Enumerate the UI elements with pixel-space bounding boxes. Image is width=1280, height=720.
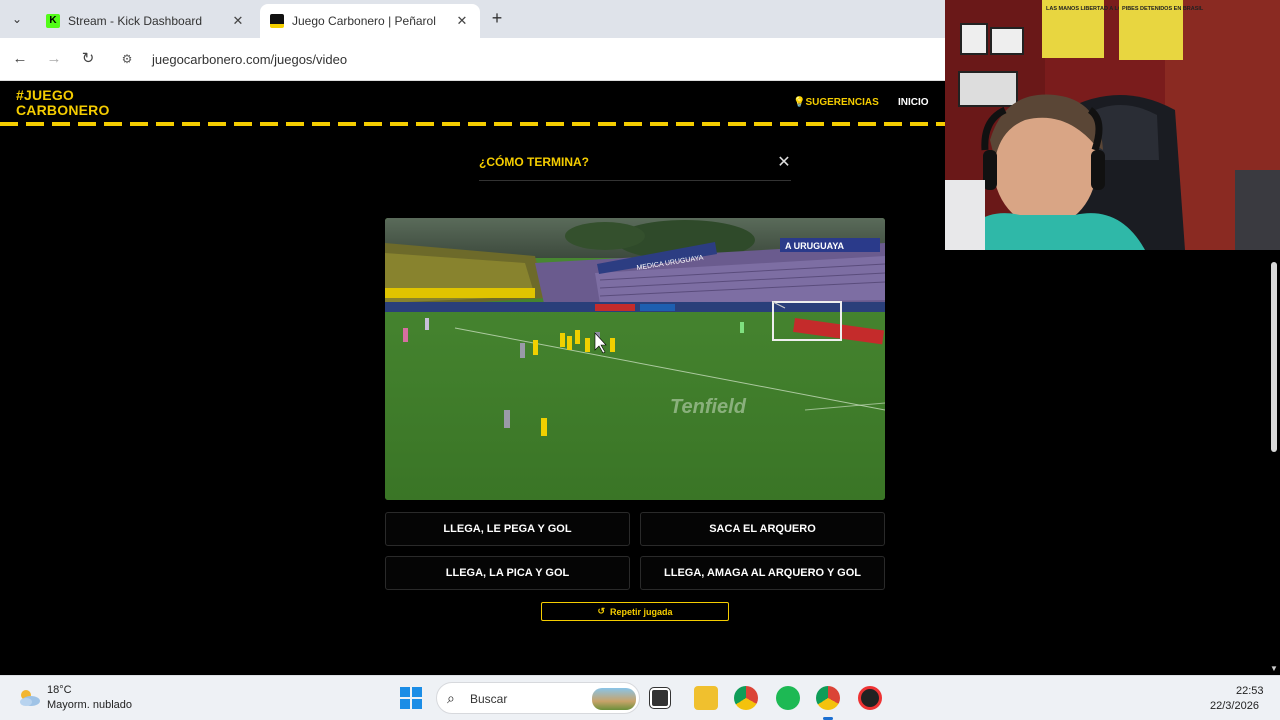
close-icon[interactable]: ✕ (776, 152, 792, 172)
task-view-icon[interactable] (649, 687, 671, 709)
screen: ⌄ K Stream - Kick Dashboard ✕ Juego Carb… (0, 0, 1280, 720)
replay-icon: ↺ (597, 606, 606, 616)
search-icon: ⌕ (447, 690, 455, 706)
cloudy-weather-icon[interactable] (16, 685, 42, 711)
chrome-profile-icon[interactable] (816, 686, 840, 720)
lightbulb-icon: 💡 (793, 97, 806, 108)
title-divider (479, 180, 791, 181)
option-button-4[interactable]: LLEGA, AMAGA AL ARQUERO Y GOL (640, 556, 885, 590)
question-title: ¿CÓMO TERMINA? (479, 155, 589, 169)
football-match-frame: A URUGUAYA MEDICA URUGUAYA Tenfield (385, 218, 885, 500)
site-header: #JUEGO CARBONERO 💡SUGERENCIAS INICIO (0, 81, 945, 125)
spotify-icon[interactable] (776, 686, 800, 710)
scroll-down-icon[interactable]: ▼ (1270, 664, 1278, 673)
option-button-3[interactable]: LLEGA, LA PICA Y GOL (385, 556, 630, 590)
tab-juego-carbonero[interactable]: Juego Carbonero | Peñarol ✕ (260, 4, 480, 38)
logo-line-1: #JUEGO (16, 87, 74, 103)
nav-home-link[interactable]: INICIO (898, 97, 929, 108)
kick-icon: K (46, 14, 60, 28)
windows-taskbar: 18°C Mayorm. nublado ⌕ Buscar 22:53 22/3… (0, 675, 1280, 720)
option-button-1[interactable]: LLEGA, LE PEGA Y GOL (385, 512, 630, 546)
option-button-2[interactable]: SACA EL ARQUERO (640, 512, 885, 546)
search-highlight-image (592, 688, 636, 710)
video-player[interactable]: A URUGUAYA MEDICA URUGUAYA Tenfield (385, 218, 885, 500)
logo-line-2: CARBONERO (16, 102, 110, 118)
file-explorer-icon[interactable] (694, 686, 718, 710)
webcam-overlay: LAS MANOS LIBERTAD A LOS PIBES PIBES DET… (945, 0, 1280, 250)
chrome-icon[interactable] (734, 686, 758, 710)
address-bar: ← → ↻ ⚙ juegocarbonero.com/juegos/video (0, 38, 945, 81)
tab-close-icon[interactable]: ✕ (230, 13, 246, 29)
tab-search-dropdown-icon[interactable]: ⌄ (6, 8, 28, 30)
recording-app-icon[interactable] (858, 686, 882, 710)
nav-suggestions-link[interactable]: 💡SUGERENCIAS (793, 97, 879, 108)
reload-icon[interactable]: ↻ (77, 48, 99, 70)
url-input[interactable]: ⚙ juegocarbonero.com/juegos/video (110, 44, 936, 74)
tab-kick-dashboard[interactable]: K Stream - Kick Dashboard ✕ (36, 4, 256, 38)
tab-label: Stream - Kick Dashboard (68, 14, 203, 28)
replay-button[interactable]: ↺ Repetir jugada (541, 602, 729, 621)
tab-label: Juego Carbonero | Peñarol (292, 14, 436, 28)
site-logo[interactable]: #JUEGO CARBONERO (16, 88, 110, 118)
replay-label: Repetir jugada (610, 606, 673, 617)
search-placeholder: Buscar (470, 692, 508, 706)
tab-close-icon[interactable]: ✕ (454, 13, 470, 29)
clock-time[interactable]: 22:53 (1236, 685, 1264, 697)
poster-2-text: PIBES DETENIDOS EN BRASIL (1122, 6, 1204, 12)
juego-carbonero-icon (270, 14, 284, 28)
forward-icon[interactable]: → (43, 48, 65, 70)
new-tab-icon[interactable]: + (486, 8, 508, 29)
page-right-area (945, 250, 1280, 675)
browser-tab-bar: ⌄ K Stream - Kick Dashboard ✕ Juego Carb… (0, 0, 945, 38)
nav-suggestions-label: SUGERENCIAS (805, 97, 879, 108)
header-hazard-stripe (0, 122, 945, 126)
url-text: juegocarbonero.com/juegos/video (152, 51, 348, 67)
weather-description: Mayorm. nublado (47, 699, 132, 711)
weather-temperature: 18°C (47, 684, 72, 696)
stadium-banner-text: A URUGUAYA (785, 241, 845, 251)
back-icon[interactable]: ← (9, 48, 31, 70)
tenfield-watermark: Tenfield (670, 396, 747, 418)
taskbar-search-input[interactable]: ⌕ Buscar (436, 682, 640, 714)
streamer-webcam-image: LAS MANOS LIBERTAD A LOS PIBES PIBES DET… (945, 0, 1280, 250)
windows-start-icon[interactable] (400, 687, 422, 709)
scrollbar-thumb[interactable] (1271, 262, 1277, 452)
clock-date[interactable]: 22/3/2026 (1210, 700, 1259, 712)
site-settings-icon[interactable]: ⚙ (116, 48, 138, 70)
